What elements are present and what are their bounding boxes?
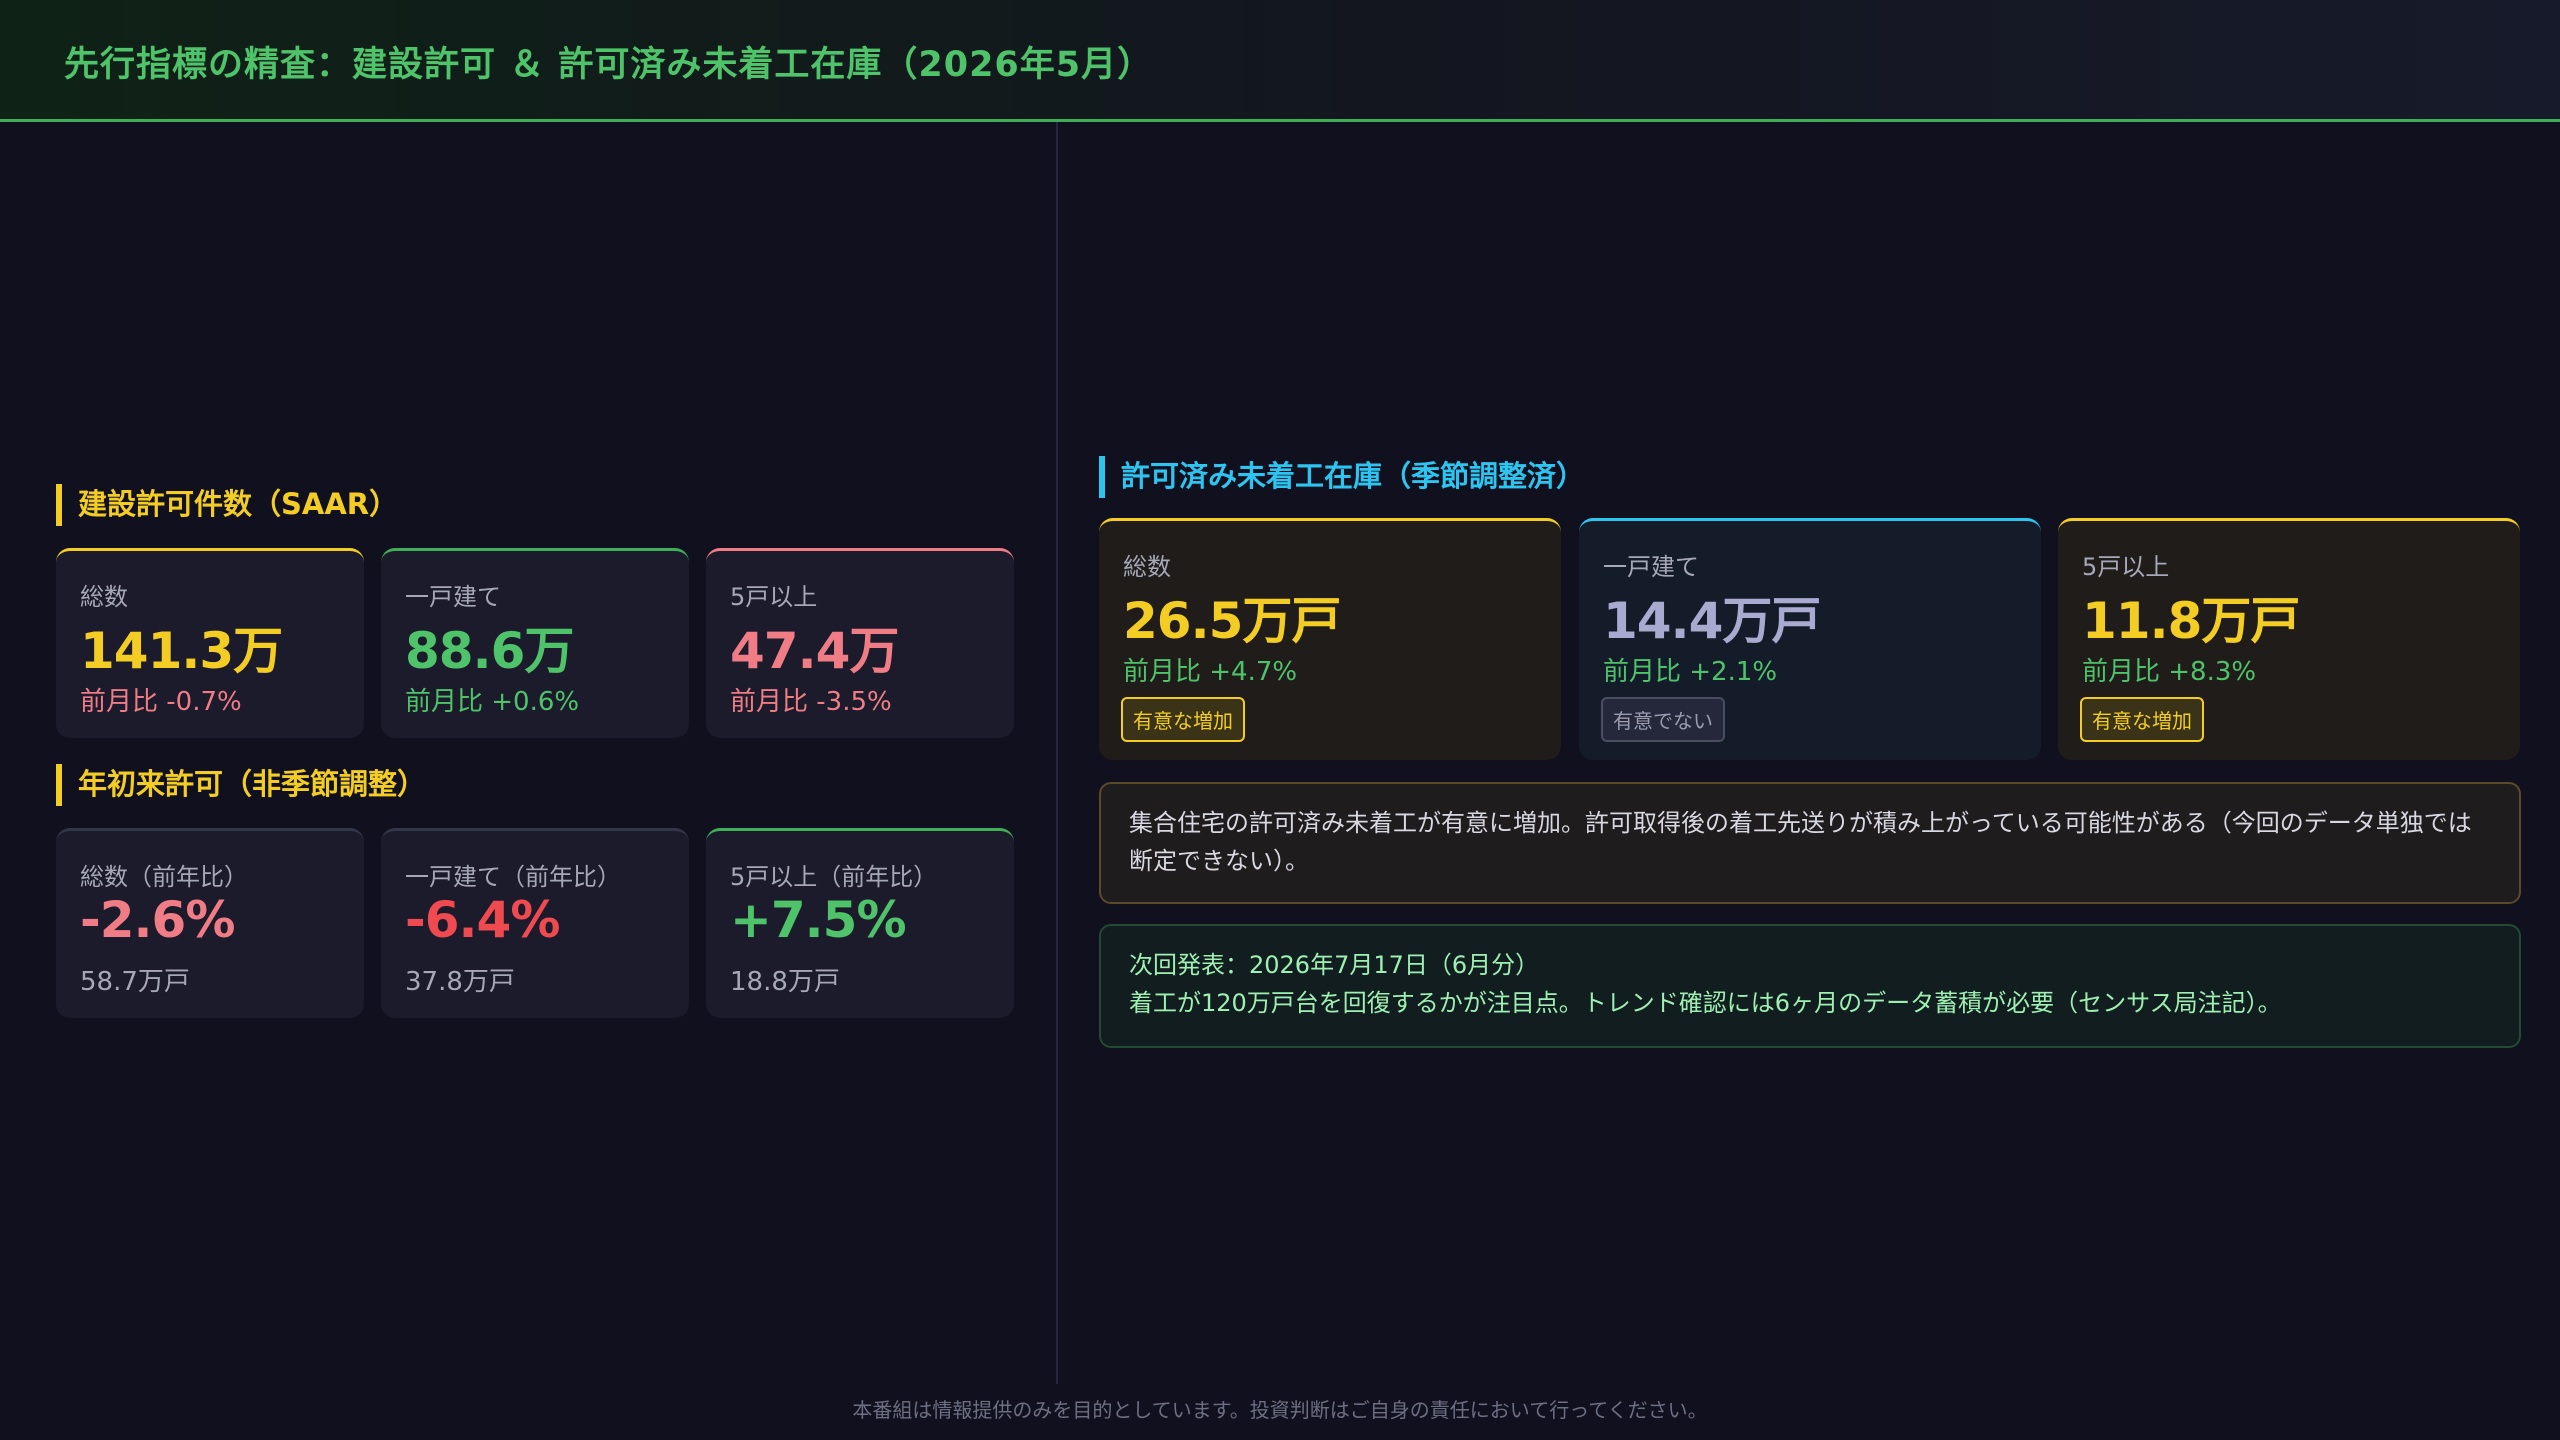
analysis-note: 集合住宅の許可済み未着工が有意に増加。許可取得後の着工先送りが積み上がっている可… — [1099, 782, 2521, 904]
next-release-box: 次回発表：2026年7月17日（6月分） 着工が120万戸台を回復するかが注目点… — [1099, 924, 2521, 1048]
card-value: -6.4% — [405, 891, 560, 949]
card-value: 88.6万 — [405, 622, 574, 680]
significance-badge: 有意な増加 — [1121, 697, 1245, 742]
card-change: 前月比 -0.7% — [80, 687, 242, 717]
card-value: +7.5% — [730, 891, 907, 949]
card-label: 一戸建て（前年比） — [405, 863, 621, 891]
card-label: 総数 — [1123, 553, 1171, 581]
disclaimer: 本番組は情報提供のみを目的としています。投資判断はご自身の責任において行ってくだ… — [852, 1398, 1708, 1422]
permits-card-multifamily: 5戸以上 47.4万 前月比 -3.5% — [706, 548, 1014, 738]
card-value: 47.4万 — [730, 622, 899, 680]
card-sub: 18.8万戸 — [730, 967, 840, 997]
ytd-card-multifamily: 5戸以上（前年比） +7.5% 18.8万戸 — [706, 828, 1014, 1018]
card-sub: 58.7万戸 — [80, 967, 190, 997]
next-release-date: 次回発表：2026年7月17日（6月分） — [1129, 951, 1540, 979]
card-label: 5戸以上（前年比） — [730, 863, 938, 891]
card-label: 5戸以上 — [2082, 553, 2170, 581]
card-value: 26.5万戸 — [1123, 592, 1341, 650]
page-title: 先行指標の精査：建設許可 ＆ 許可済み未着工在庫（2026年5月） — [64, 45, 1154, 85]
card-value: -2.6% — [80, 891, 235, 949]
ytd-card-total: 総数（前年比） -2.6% 58.7万戸 — [56, 828, 364, 1018]
inventory-card-total: 総数 26.5万戸 前月比 +4.7% 有意な増加 — [1099, 518, 1561, 760]
card-sub: 37.8万戸 — [405, 967, 515, 997]
inventory-card-multifamily: 5戸以上 11.8万戸 前月比 +8.3% 有意な増加 — [2058, 518, 2520, 760]
card-value: 11.8万戸 — [2082, 592, 2300, 650]
card-label: 総数（前年比） — [80, 863, 248, 891]
permits-section-title: 建設許可件数（SAAR） — [56, 484, 398, 526]
inventory-section-title: 許可済み未着工在庫（季節調整済） — [1099, 456, 1585, 498]
card-value: 141.3万 — [80, 622, 283, 680]
permits-card-single-family: 一戸建て 88.6万 前月比 +0.6% — [381, 548, 689, 738]
significance-badge: 有意な増加 — [2080, 697, 2204, 742]
header-bar: 先行指標の精査：建設許可 ＆ 許可済み未着工在庫（2026年5月） — [0, 0, 2560, 122]
card-label: 5戸以上 — [730, 583, 818, 611]
card-change: 前月比 +0.6% — [405, 687, 580, 717]
column-divider — [1056, 122, 1058, 1384]
next-release-focus: 着工が120万戸台を回復するかが注目点。トレンド確認には6ヶ月のデータ蓄積が必要… — [1129, 989, 2282, 1017]
card-label: 一戸建て — [1603, 553, 1699, 581]
significance-badge: 有意でない — [1601, 697, 1725, 742]
card-change: 前月比 +8.3% — [2082, 657, 2257, 687]
inventory-card-single-family: 一戸建て 14.4万戸 前月比 +2.1% 有意でない — [1579, 518, 2041, 760]
analysis-note-text: 集合住宅の許可済み未着工が有意に増加。許可取得後の着工先送りが積み上がっている可… — [1129, 809, 2472, 875]
card-label: 一戸建て — [405, 583, 501, 611]
permits-card-total: 総数 141.3万 前月比 -0.7% — [56, 548, 364, 738]
ytd-section-title: 年初来許可（非季節調整） — [56, 764, 426, 806]
card-change: 前月比 +2.1% — [1603, 657, 1778, 687]
card-label: 総数 — [80, 583, 128, 611]
card-value: 14.4万戸 — [1603, 592, 1821, 650]
card-change: 前月比 +4.7% — [1123, 657, 1298, 687]
card-change: 前月比 -3.5% — [730, 687, 892, 717]
ytd-card-single-family: 一戸建て（前年比） -6.4% 37.8万戸 — [381, 828, 689, 1018]
